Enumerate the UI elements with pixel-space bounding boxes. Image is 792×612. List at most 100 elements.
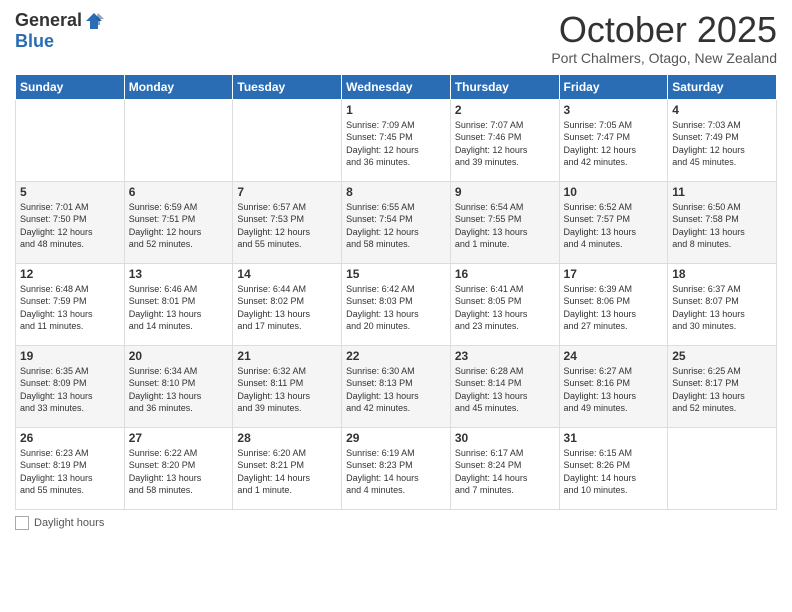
day-info: Sunrise: 6:28 AM Sunset: 8:14 PM Dayligh… bbox=[455, 365, 555, 415]
day-number: 27 bbox=[129, 431, 229, 445]
calendar-cell: 7 Sunrise: 6:57 AM Sunset: 7:53 PM Daylig… bbox=[233, 181, 342, 263]
day-number: 22 bbox=[346, 349, 446, 363]
day-info: Sunrise: 6:42 AM Sunset: 8:03 PM Dayligh… bbox=[346, 283, 446, 333]
day-info: Sunrise: 6:41 AM Sunset: 8:05 PM Dayligh… bbox=[455, 283, 555, 333]
day-number: 24 bbox=[564, 349, 664, 363]
calendar-cell bbox=[16, 99, 125, 181]
calendar-cell: 11 Sunrise: 6:50 AM Sunset: 7:58 PM Dayli… bbox=[668, 181, 777, 263]
calendar-cell: 19 Sunrise: 6:35 AM Sunset: 8:09 PM Dayli… bbox=[16, 345, 125, 427]
calendar-cell bbox=[124, 99, 233, 181]
day-number: 1 bbox=[346, 103, 446, 117]
calendar-cell: 28Sunrise: 6:20 AM Sunset: 8:21 PM Dayli… bbox=[233, 427, 342, 509]
day-number: 4 bbox=[672, 103, 772, 117]
calendar-cell: 29 Sunrise: 6:19 AM Sunset: 8:23 PM Dayli… bbox=[342, 427, 451, 509]
day-number: 31 bbox=[564, 431, 664, 445]
day-info: Sunrise: 6:35 AM Sunset: 8:09 PM Dayligh… bbox=[20, 365, 120, 415]
calendar-cell: 14Sunrise: 6:44 AM Sunset: 8:02 PM Dayli… bbox=[233, 263, 342, 345]
day-number: 7 bbox=[237, 185, 337, 199]
week-row-2: 12Sunrise: 6:48 AM Sunset: 7:59 PM Dayli… bbox=[16, 263, 777, 345]
day-number: 11 bbox=[672, 185, 772, 199]
weekday-header-saturday: Saturday bbox=[668, 74, 777, 99]
day-info: Sunrise: 6:34 AM Sunset: 8:10 PM Dayligh… bbox=[129, 365, 229, 415]
day-info: Sunrise: 6:54 AM Sunset: 7:55 PM Dayligh… bbox=[455, 201, 555, 251]
page: General Blue October 2025 Port Chalmers,… bbox=[0, 0, 792, 612]
day-info: Sunrise: 6:20 AM Sunset: 8:21 PM Dayligh… bbox=[237, 447, 337, 497]
day-info: Sunrise: 7:03 AM Sunset: 7:49 PM Dayligh… bbox=[672, 119, 772, 169]
weekday-header-row: SundayMondayTuesdayWednesdayThursdayFrid… bbox=[16, 74, 777, 99]
calendar-cell: 9 Sunrise: 6:54 AM Sunset: 7:55 PM Daylig… bbox=[450, 181, 559, 263]
weekday-header-thursday: Thursday bbox=[450, 74, 559, 99]
calendar-cell bbox=[668, 427, 777, 509]
day-number: 9 bbox=[455, 185, 555, 199]
weekday-header-wednesday: Wednesday bbox=[342, 74, 451, 99]
calendar-cell: 6Sunrise: 6:59 AM Sunset: 7:51 PM Daylig… bbox=[124, 181, 233, 263]
day-number: 8 bbox=[346, 185, 446, 199]
day-number: 19 bbox=[20, 349, 120, 363]
calendar-cell: 1 Sunrise: 7:09 AM Sunset: 7:45 PM Daylig… bbox=[342, 99, 451, 181]
day-info: Sunrise: 6:30 AM Sunset: 8:13 PM Dayligh… bbox=[346, 365, 446, 415]
calendar-cell: 22 Sunrise: 6:30 AM Sunset: 8:13 PM Dayli… bbox=[342, 345, 451, 427]
logo-general-text: General bbox=[15, 10, 82, 31]
day-number: 14 bbox=[237, 267, 337, 281]
footer: Daylight hours bbox=[15, 516, 777, 530]
day-number: 6 bbox=[129, 185, 229, 199]
day-number: 10 bbox=[564, 185, 664, 199]
day-info: Sunrise: 6:17 AM Sunset: 8:24 PM Dayligh… bbox=[455, 447, 555, 497]
day-info: Sunrise: 7:07 AM Sunset: 7:46 PM Dayligh… bbox=[455, 119, 555, 169]
day-info: Sunrise: 6:19 AM Sunset: 8:23 PM Dayligh… bbox=[346, 447, 446, 497]
day-number: 2 bbox=[455, 103, 555, 117]
footer-label: Daylight hours bbox=[34, 517, 104, 529]
day-info: Sunrise: 6:57 AM Sunset: 7:53 PM Dayligh… bbox=[237, 201, 337, 251]
day-info: Sunrise: 6:25 AM Sunset: 8:17 PM Dayligh… bbox=[672, 365, 772, 415]
day-number: 16 bbox=[455, 267, 555, 281]
logo-icon bbox=[84, 11, 104, 31]
day-info: Sunrise: 6:52 AM Sunset: 7:57 PM Dayligh… bbox=[564, 201, 664, 251]
calendar-cell: 17Sunrise: 6:39 AM Sunset: 8:06 PM Dayli… bbox=[559, 263, 668, 345]
day-info: Sunrise: 6:50 AM Sunset: 7:58 PM Dayligh… bbox=[672, 201, 772, 251]
day-info: Sunrise: 7:09 AM Sunset: 7:45 PM Dayligh… bbox=[346, 119, 446, 169]
day-number: 5 bbox=[20, 185, 120, 199]
calendar-cell: 8 Sunrise: 6:55 AM Sunset: 7:54 PM Daylig… bbox=[342, 181, 451, 263]
title-area: October 2025 Port Chalmers, Otago, New Z… bbox=[551, 10, 777, 66]
calendar-cell: 15 Sunrise: 6:42 AM Sunset: 8:03 PM Dayli… bbox=[342, 263, 451, 345]
day-info: Sunrise: 7:05 AM Sunset: 7:47 PM Dayligh… bbox=[564, 119, 664, 169]
calendar-cell: 30Sunrise: 6:17 AM Sunset: 8:24 PM Dayli… bbox=[450, 427, 559, 509]
calendar-cell: 2 Sunrise: 7:07 AM Sunset: 7:46 PM Daylig… bbox=[450, 99, 559, 181]
logo: General Blue bbox=[15, 10, 104, 52]
day-number: 15 bbox=[346, 267, 446, 281]
weekday-header-sunday: Sunday bbox=[16, 74, 125, 99]
day-info: Sunrise: 6:39 AM Sunset: 8:06 PM Dayligh… bbox=[564, 283, 664, 333]
day-number: 23 bbox=[455, 349, 555, 363]
weekday-header-friday: Friday bbox=[559, 74, 668, 99]
calendar-cell: 4 Sunrise: 7:03 AM Sunset: 7:49 PM Daylig… bbox=[668, 99, 777, 181]
month-title: October 2025 bbox=[551, 10, 777, 50]
day-info: Sunrise: 6:55 AM Sunset: 7:54 PM Dayligh… bbox=[346, 201, 446, 251]
calendar-cell: 23 Sunrise: 6:28 AM Sunset: 8:14 PM Dayli… bbox=[450, 345, 559, 427]
day-number: 26 bbox=[20, 431, 120, 445]
day-number: 12 bbox=[20, 267, 120, 281]
day-number: 20 bbox=[129, 349, 229, 363]
calendar-cell: 26 Sunrise: 6:23 AM Sunset: 8:19 PM Dayli… bbox=[16, 427, 125, 509]
calendar-cell bbox=[233, 99, 342, 181]
day-info: Sunrise: 6:37 AM Sunset: 8:07 PM Dayligh… bbox=[672, 283, 772, 333]
calendar-cell: 24Sunrise: 6:27 AM Sunset: 8:16 PM Dayli… bbox=[559, 345, 668, 427]
calendar-cell: 25Sunrise: 6:25 AM Sunset: 8:17 PM Dayli… bbox=[668, 345, 777, 427]
calendar-cell: 5 Sunrise: 7:01 AM Sunset: 7:50 PM Daylig… bbox=[16, 181, 125, 263]
day-number: 29 bbox=[346, 431, 446, 445]
calendar-cell: 21Sunrise: 6:32 AM Sunset: 8:11 PM Dayli… bbox=[233, 345, 342, 427]
day-info: Sunrise: 6:15 AM Sunset: 8:26 PM Dayligh… bbox=[564, 447, 664, 497]
calendar-cell: 27 Sunrise: 6:22 AM Sunset: 8:20 PM Dayli… bbox=[124, 427, 233, 509]
calendar-cell: 13Sunrise: 6:46 AM Sunset: 8:01 PM Dayli… bbox=[124, 263, 233, 345]
week-row-1: 5 Sunrise: 7:01 AM Sunset: 7:50 PM Daylig… bbox=[16, 181, 777, 263]
day-info: Sunrise: 6:23 AM Sunset: 8:19 PM Dayligh… bbox=[20, 447, 120, 497]
day-number: 13 bbox=[129, 267, 229, 281]
weekday-header-monday: Monday bbox=[124, 74, 233, 99]
calendar-cell: 18Sunrise: 6:37 AM Sunset: 8:07 PM Dayli… bbox=[668, 263, 777, 345]
day-info: Sunrise: 6:22 AM Sunset: 8:20 PM Dayligh… bbox=[129, 447, 229, 497]
day-info: Sunrise: 7:01 AM Sunset: 7:50 PM Dayligh… bbox=[20, 201, 120, 251]
week-row-3: 19 Sunrise: 6:35 AM Sunset: 8:09 PM Dayli… bbox=[16, 345, 777, 427]
week-row-0: 1 Sunrise: 7:09 AM Sunset: 7:45 PM Daylig… bbox=[16, 99, 777, 181]
day-number: 3 bbox=[564, 103, 664, 117]
calendar-cell: 3 Sunrise: 7:05 AM Sunset: 7:47 PM Daylig… bbox=[559, 99, 668, 181]
calendar-table: SundayMondayTuesdayWednesdayThursdayFrid… bbox=[15, 74, 777, 510]
